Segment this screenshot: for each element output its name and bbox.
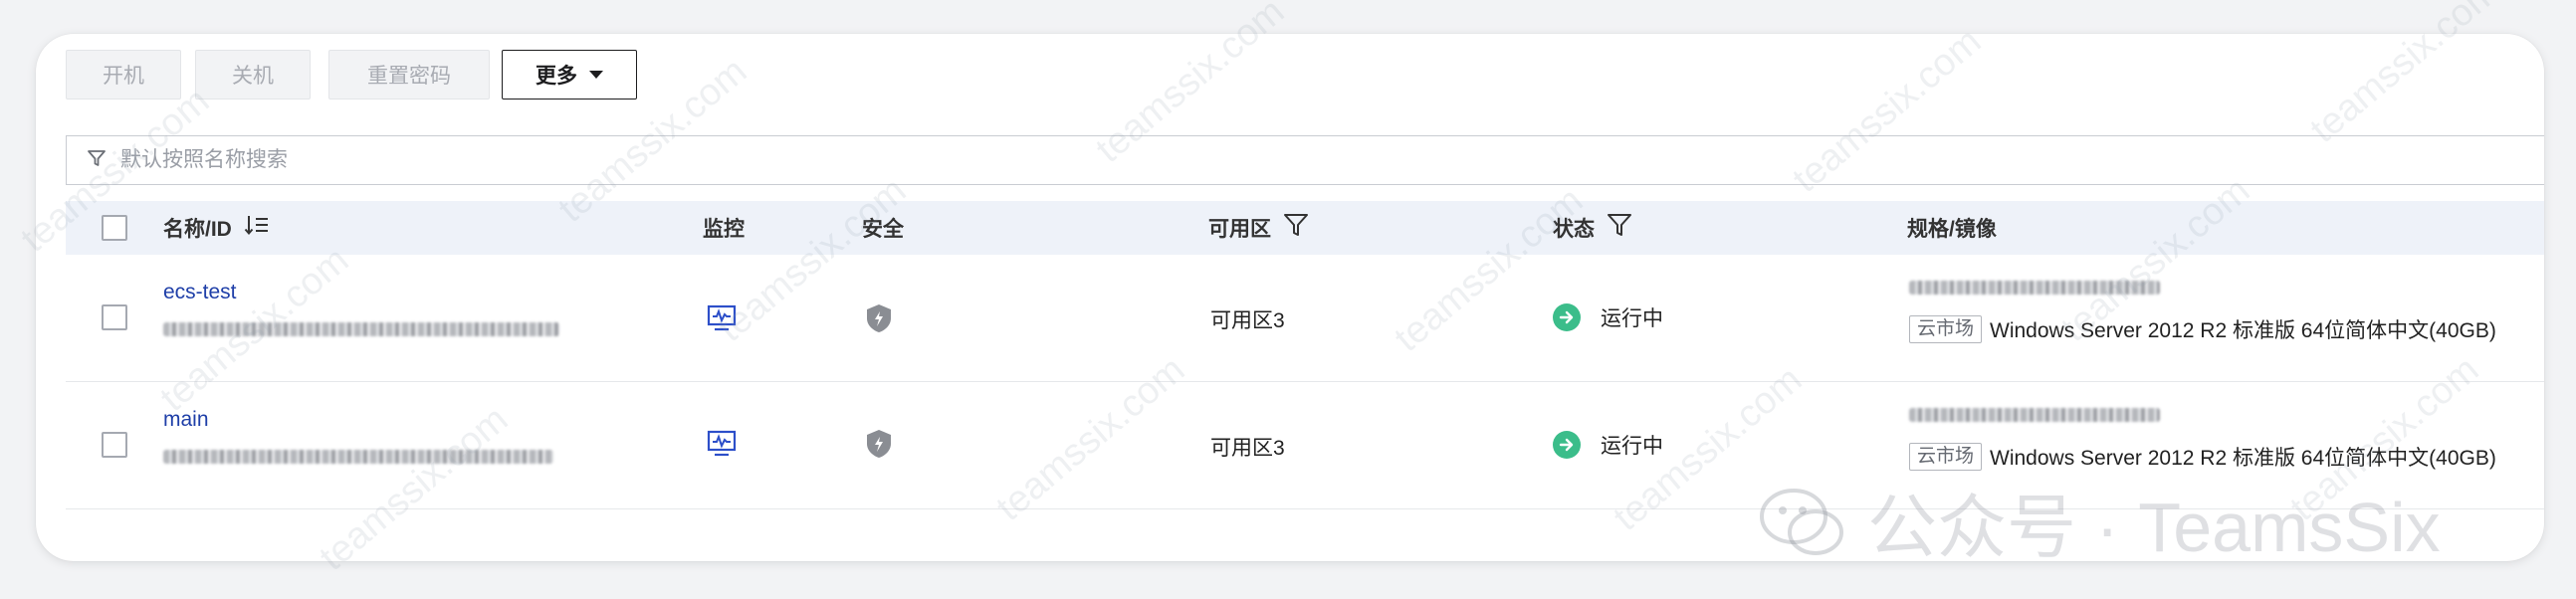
reset-password-button[interactable]: 重置密码 [328, 50, 490, 100]
monitor-icon[interactable] [707, 430, 737, 464]
zone-filter-icon[interactable] [1283, 212, 1309, 244]
table-header: 名称/ID 监控 安全 可用区 状态 规格/镜像 [66, 201, 2544, 255]
status-cell: 运行中 [1553, 302, 1663, 332]
column-header-security-label: 安全 [862, 218, 904, 241]
instance-id-redacted [163, 450, 553, 464]
table-row: main 可用区3 运行中 云市场 Windows Server 2012 R2… [66, 382, 2544, 509]
market-tag: 云市场 [1909, 443, 1983, 471]
column-header-zone: 可用区 [1208, 201, 1309, 255]
caret-down-icon [589, 71, 603, 79]
image-text: Windows Server 2012 R2 标准版 64位简体中文(40GB) [1990, 319, 2496, 342]
column-header-name-label: 名称/ID [163, 218, 232, 241]
column-header-monitor: 监控 [703, 201, 745, 255]
zone-value: 可用区3 [1210, 437, 1285, 460]
search-input[interactable] [118, 147, 2312, 173]
column-header-name: 名称/ID [163, 201, 270, 255]
column-header-status-label: 状态 [1553, 218, 1595, 241]
running-status-icon [1553, 431, 1581, 459]
column-header-spec-label: 规格/镜像 [1907, 218, 1997, 241]
stop-button[interactable]: 关机 [195, 50, 311, 100]
spec-redacted [1909, 281, 2160, 295]
column-header-zone-label: 可用区 [1208, 218, 1271, 241]
image-text: Windows Server 2012 R2 标准版 64位简体中文(40GB) [1990, 447, 2496, 470]
column-header-status: 状态 [1553, 201, 1632, 255]
instance-list-panel: 开机 关机 重置密码 更多 名称/ID 监控 安 [36, 34, 2544, 561]
spec-redacted [1909, 408, 2160, 422]
status-cell: 运行中 [1553, 430, 1663, 460]
sort-icon[interactable] [244, 214, 270, 242]
status-text: 运行中 [1601, 435, 1663, 458]
instance-name-link[interactable]: main [163, 408, 209, 432]
zone-value: 可用区3 [1210, 309, 1285, 332]
image-cell: 云市场 Windows Server 2012 R2 标准版 64位简体中文(4… [1909, 442, 2496, 472]
start-button[interactable]: 开机 [66, 50, 181, 100]
status-filter-icon[interactable] [1607, 212, 1632, 244]
market-tag: 云市场 [1909, 315, 1983, 343]
column-header-monitor-label: 监控 [703, 218, 745, 241]
running-status-icon [1553, 303, 1581, 331]
row-checkbox[interactable] [102, 432, 127, 458]
shield-icon[interactable] [864, 302, 894, 340]
select-all-checkbox[interactable] [102, 215, 127, 241]
instance-name-link[interactable]: ecs-test [163, 281, 237, 304]
image-cell: 云市场 Windows Server 2012 R2 标准版 64位简体中文(4… [1909, 314, 2496, 344]
status-text: 运行中 [1601, 307, 1663, 330]
table-row: ecs-test 可用区3 运行中 云市场 Windows Server 201… [66, 255, 2544, 382]
more-dropdown-button[interactable]: 更多 [502, 50, 637, 100]
filter-icon [87, 148, 107, 173]
row-checkbox[interactable] [102, 304, 127, 330]
monitor-icon[interactable] [707, 304, 737, 338]
search-bar[interactable] [66, 135, 2544, 185]
more-label: 更多 [536, 65, 577, 88]
shield-icon[interactable] [864, 428, 894, 466]
column-header-spec: 规格/镜像 [1907, 201, 1997, 255]
instance-id-redacted [163, 322, 559, 336]
column-header-security: 安全 [862, 201, 904, 255]
